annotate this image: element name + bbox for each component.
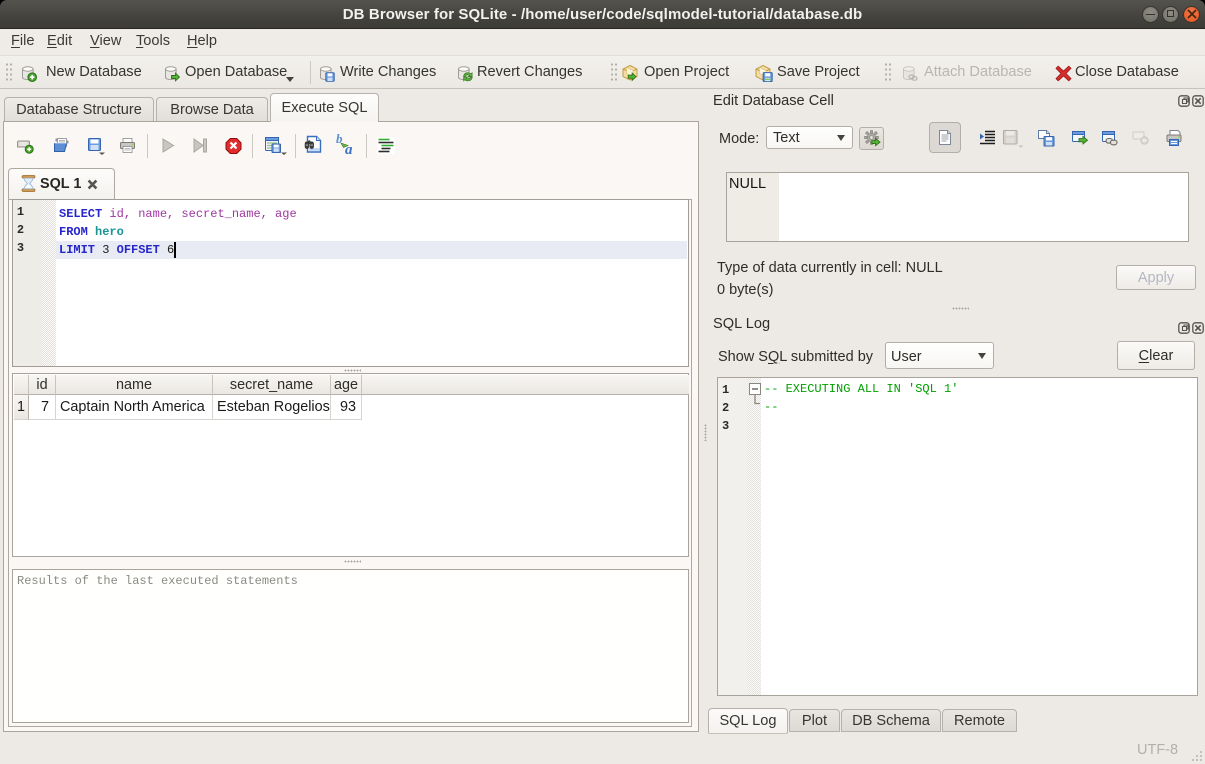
svg-text:a: a <box>345 142 353 155</box>
